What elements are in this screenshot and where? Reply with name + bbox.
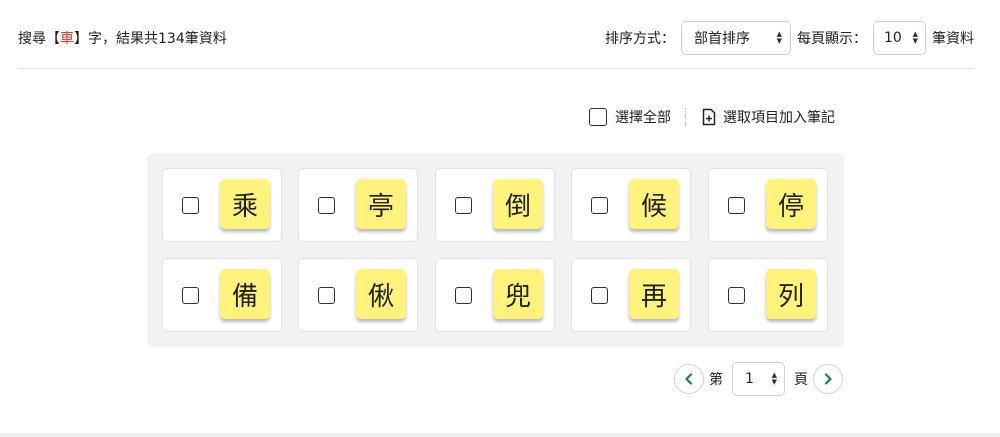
select-all-label[interactable]: 選擇全部 xyxy=(615,107,671,127)
char-tile[interactable]: 乘 xyxy=(220,179,270,229)
page-select-value: 1 xyxy=(745,371,754,387)
char-card: 列 xyxy=(708,258,828,332)
char-card: 停 xyxy=(708,168,828,242)
note-add-icon[interactable] xyxy=(700,108,718,126)
char-checkbox[interactable] xyxy=(318,287,335,304)
next-page-button[interactable] xyxy=(813,364,843,394)
perpage-label: 每頁顯示： xyxy=(797,31,867,47)
search-keyword: 車 xyxy=(60,31,74,47)
bulk-actions: 選擇全部 選取項目加入筆記 xyxy=(589,106,835,128)
page-select[interactable]: 1 ▲ ▼ xyxy=(732,362,785,396)
character-grid: 乘 亭 倒 候 停 備 偢 兜 再 列 xyxy=(147,153,844,347)
header-divider xyxy=(18,68,974,69)
pagination: 第 1 ▲ ▼ 頁 xyxy=(674,361,843,397)
char-checkbox[interactable] xyxy=(455,287,472,304)
result-suffix: 】字，結果共134筆資料 xyxy=(74,31,227,47)
add-to-notes-label[interactable]: 選取項目加入筆記 xyxy=(723,107,835,127)
select-arrows-icon: ▲ ▼ xyxy=(771,371,777,386)
char-checkbox[interactable] xyxy=(455,197,472,214)
char-checkbox[interactable] xyxy=(591,287,608,304)
sort-select-value: 部首排序 xyxy=(694,31,750,47)
char-checkbox[interactable] xyxy=(182,287,199,304)
sort-label: 排序方式： xyxy=(605,31,675,47)
char-tile[interactable]: 倒 xyxy=(493,179,543,229)
select-arrows-icon: ▲ ▼ xyxy=(912,30,918,45)
char-card: 偢 xyxy=(298,258,418,332)
char-card: 候 xyxy=(571,168,691,242)
display-controls: 排序方式： 部首排序 ▲ ▼ 每頁顯示： 10 ▲ ▼ 筆資料 xyxy=(605,21,974,55)
chevron-right-icon xyxy=(824,373,832,385)
char-card: 兜 xyxy=(435,258,555,332)
char-checkbox[interactable] xyxy=(591,197,608,214)
search-header: 搜尋【車】字，結果共134筆資料 排序方式： 部首排序 ▲ ▼ 每頁顯示： 10 … xyxy=(18,20,974,56)
char-tile[interactable]: 備 xyxy=(220,269,270,319)
char-checkbox[interactable] xyxy=(182,197,199,214)
char-tile[interactable]: 亭 xyxy=(356,179,406,229)
prev-page-button[interactable] xyxy=(674,364,704,394)
select-arrows-icon: ▲ ▼ xyxy=(776,30,782,45)
page-suffix: 頁 xyxy=(794,372,808,388)
page-bottom-border xyxy=(0,433,1000,437)
result-summary: 搜尋【車】字，結果共134筆資料 xyxy=(18,28,227,48)
sort-select[interactable]: 部首排序 ▲ ▼ xyxy=(681,21,791,55)
char-card: 乘 xyxy=(162,168,282,242)
actions-separator xyxy=(685,108,686,126)
char-tile[interactable]: 兜 xyxy=(493,269,543,319)
perpage-select-value: 10 xyxy=(884,30,902,46)
char-card: 備 xyxy=(162,258,282,332)
result-prefix: 搜尋【 xyxy=(18,31,60,47)
char-card: 倒 xyxy=(435,168,555,242)
char-tile[interactable]: 列 xyxy=(766,269,816,319)
chevron-left-icon xyxy=(685,373,693,385)
char-card: 亭 xyxy=(298,168,418,242)
char-card: 再 xyxy=(571,258,691,332)
page-prefix: 第 xyxy=(709,372,723,388)
char-checkbox[interactable] xyxy=(728,287,745,304)
char-tile[interactable]: 停 xyxy=(766,179,816,229)
char-checkbox[interactable] xyxy=(318,197,335,214)
select-all-checkbox[interactable] xyxy=(589,108,607,126)
perpage-suffix: 筆資料 xyxy=(932,31,974,47)
char-tile[interactable]: 候 xyxy=(629,179,679,229)
perpage-select[interactable]: 10 ▲ ▼ xyxy=(873,21,926,55)
char-tile[interactable]: 偢 xyxy=(356,269,406,319)
char-checkbox[interactable] xyxy=(728,197,745,214)
char-tile[interactable]: 再 xyxy=(629,269,679,319)
